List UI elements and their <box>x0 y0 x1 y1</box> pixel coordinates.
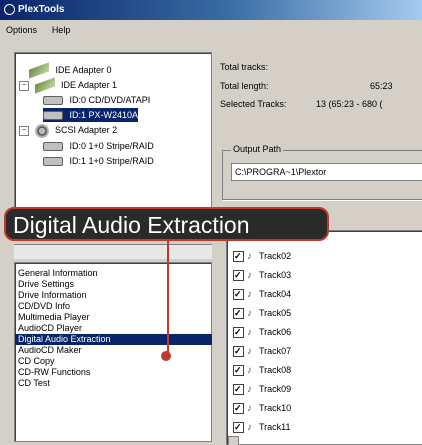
tree-item-label: IDE Adapter 0 <box>55 65 112 75</box>
total-length-value: 65:23 <box>370 81 393 91</box>
track-label: Track04 <box>259 289 292 299</box>
tree-item-drive-id0[interactable]: ID:0 CD/DVD/ATAPI <box>43 93 150 107</box>
music-note-icon: ♪ <box>247 250 252 262</box>
track-row[interactable]: ♪ Track11 <box>233 420 291 434</box>
list-item[interactable]: CD/DVD Info <box>18 301 70 312</box>
tree-item-label: ID:1 PX-W2410A <box>69 110 139 120</box>
total-tracks-label: Total tracks: <box>220 62 269 72</box>
track-label: Track07 <box>259 346 292 356</box>
track-label: Track05 <box>259 308 292 318</box>
adapter-icon <box>29 62 49 79</box>
track-row[interactable]: ♪ Track10 <box>233 401 291 415</box>
list-item[interactable]: General Information <box>18 268 98 279</box>
drive-icon <box>43 96 63 106</box>
music-note-icon: ♪ <box>247 345 252 357</box>
list-item[interactable]: CD Test <box>18 378 50 389</box>
title-bar: PlexTools <box>0 0 422 20</box>
track-label: Track10 <box>259 403 292 413</box>
tree-horizontal-scrollbar[interactable] <box>14 244 212 259</box>
tree-item-drive-id1[interactable]: ID:1 PX-W2410A <box>43 108 139 122</box>
checkbox-icon[interactable] <box>233 306 244 320</box>
tree-item-label: SCSI Adapter 2 <box>55 125 118 135</box>
list-item[interactable]: CD-RW Functions <box>18 367 90 378</box>
track-label: Track08 <box>259 365 292 375</box>
collapse-icon[interactable]: − <box>19 125 29 136</box>
plextools-window: PlexTools Options Help IDE Adapter 0 − I… <box>0 0 422 445</box>
callout-text: Digital Audio Extraction <box>13 212 250 238</box>
output-path-field[interactable]: C:\PROGRA~1\Plextor <box>231 163 422 181</box>
track-list[interactable]: ♪ Track02 ♪ Track03 ♪ Track04 ♪ Track05 ♪ Tra… <box>226 230 422 445</box>
tree-item-scsi-adapter-2[interactable]: − SCSI Adapter 2 <box>19 123 118 138</box>
callout-label: Digital Audio Extraction <box>4 207 329 241</box>
tree-item-label: IDE Adapter 1 <box>61 80 118 90</box>
track-row[interactable]: ♪ Track04 <box>233 287 291 301</box>
total-length-label: Total length: <box>220 81 269 91</box>
music-note-icon: ♪ <box>247 364 252 376</box>
track-row[interactable]: ♪ Track07 <box>233 344 291 358</box>
app-icon <box>4 4 15 15</box>
checkbox-icon[interactable] <box>233 325 244 339</box>
track-label: Track03 <box>259 270 292 280</box>
list-item[interactable]: Multimedia Player <box>18 312 90 323</box>
list-item[interactable]: AudioCD Player <box>18 323 82 334</box>
menu-options[interactable]: Options <box>0 20 43 35</box>
track-label: Track06 <box>259 327 292 337</box>
drive-icon <box>43 142 63 152</box>
device-tree[interactable]: IDE Adapter 0 − IDE Adapter 1 ID:0 CD/DV… <box>14 52 212 212</box>
checkbox-icon[interactable] <box>233 382 244 396</box>
music-note-icon: ♪ <box>247 383 252 395</box>
collapse-icon[interactable]: − <box>19 80 29 91</box>
checkbox-icon[interactable] <box>233 344 244 358</box>
scsi-adapter-icon <box>34 123 49 138</box>
drive-icon <box>43 111 63 121</box>
adapter-icon <box>34 77 55 94</box>
tree-item-ide-adapter-1[interactable]: − IDE Adapter 1 <box>19 77 118 94</box>
track-label: Track02 <box>259 251 292 261</box>
selected-tracks-value: 13 (65:23 - 680 ( <box>316 99 383 109</box>
window-title: PlexTools <box>18 4 65 15</box>
tree-item-scsi-id1[interactable]: ID:1 1+0 Stripe/RAID <box>43 154 154 168</box>
list-item[interactable]: AudioCD Maker <box>18 345 82 356</box>
function-list[interactable]: General Information Drive Settings Drive… <box>14 262 212 442</box>
track-row[interactable]: ♪ Track03 <box>233 268 291 282</box>
music-note-icon: ♪ <box>247 269 252 281</box>
list-item[interactable]: Drive Settings <box>18 279 74 290</box>
checkbox-icon[interactable] <box>233 249 244 263</box>
music-note-icon: ♪ <box>247 326 252 338</box>
scroll-down-button[interactable] <box>228 436 239 445</box>
selected-tracks-label: Selected Tracks: <box>220 99 287 109</box>
track-label: Track09 <box>259 384 292 394</box>
track-row[interactable]: ♪ Track06 <box>233 325 291 339</box>
list-item[interactable]: CD Copy <box>18 356 55 367</box>
track-row[interactable]: ♪ Track09 <box>233 382 291 396</box>
checkbox-icon[interactable] <box>233 363 244 377</box>
list-item-selected[interactable]: Digital Audio Extraction <box>15 334 212 345</box>
drive-icon <box>43 157 63 167</box>
checkbox-icon[interactable] <box>233 401 244 415</box>
track-row[interactable]: ♪ Track05 <box>233 306 291 320</box>
tree-item-scsi-id0[interactable]: ID:0 1+0 Stripe/RAID <box>43 139 154 153</box>
track-row[interactable]: ♪ Track08 <box>233 363 291 377</box>
checkbox-icon[interactable] <box>233 420 244 434</box>
list-item[interactable]: Drive Information <box>18 290 87 301</box>
callout-leader-line <box>167 241 169 355</box>
track-row[interactable]: ♪ Track02 <box>233 249 291 263</box>
output-path-title: Output Path <box>231 144 284 154</box>
menu-help[interactable]: Help <box>46 20 77 35</box>
track-label: Track11 <box>259 422 291 432</box>
menu-bar: Options Help <box>0 20 422 42</box>
music-note-icon: ♪ <box>247 288 252 300</box>
tree-item-ide-adapter-0[interactable]: IDE Adapter 0 <box>29 62 112 79</box>
checkbox-icon[interactable] <box>233 268 244 282</box>
tree-item-label: ID:1 1+0 Stripe/RAID <box>69 156 154 166</box>
tree-item-label: ID:0 CD/DVD/ATAPI <box>69 95 151 105</box>
callout-leader-dot <box>161 351 171 361</box>
music-note-icon: ♪ <box>247 402 252 414</box>
music-note-icon: ♪ <box>247 307 252 319</box>
tree-item-label: ID:0 1+0 Stripe/RAID <box>69 141 154 151</box>
music-note-icon: ♪ <box>247 421 252 433</box>
output-path-group: Output Path C:\PROGRA~1\Plextor <box>222 144 422 200</box>
checkbox-icon[interactable] <box>233 287 244 301</box>
